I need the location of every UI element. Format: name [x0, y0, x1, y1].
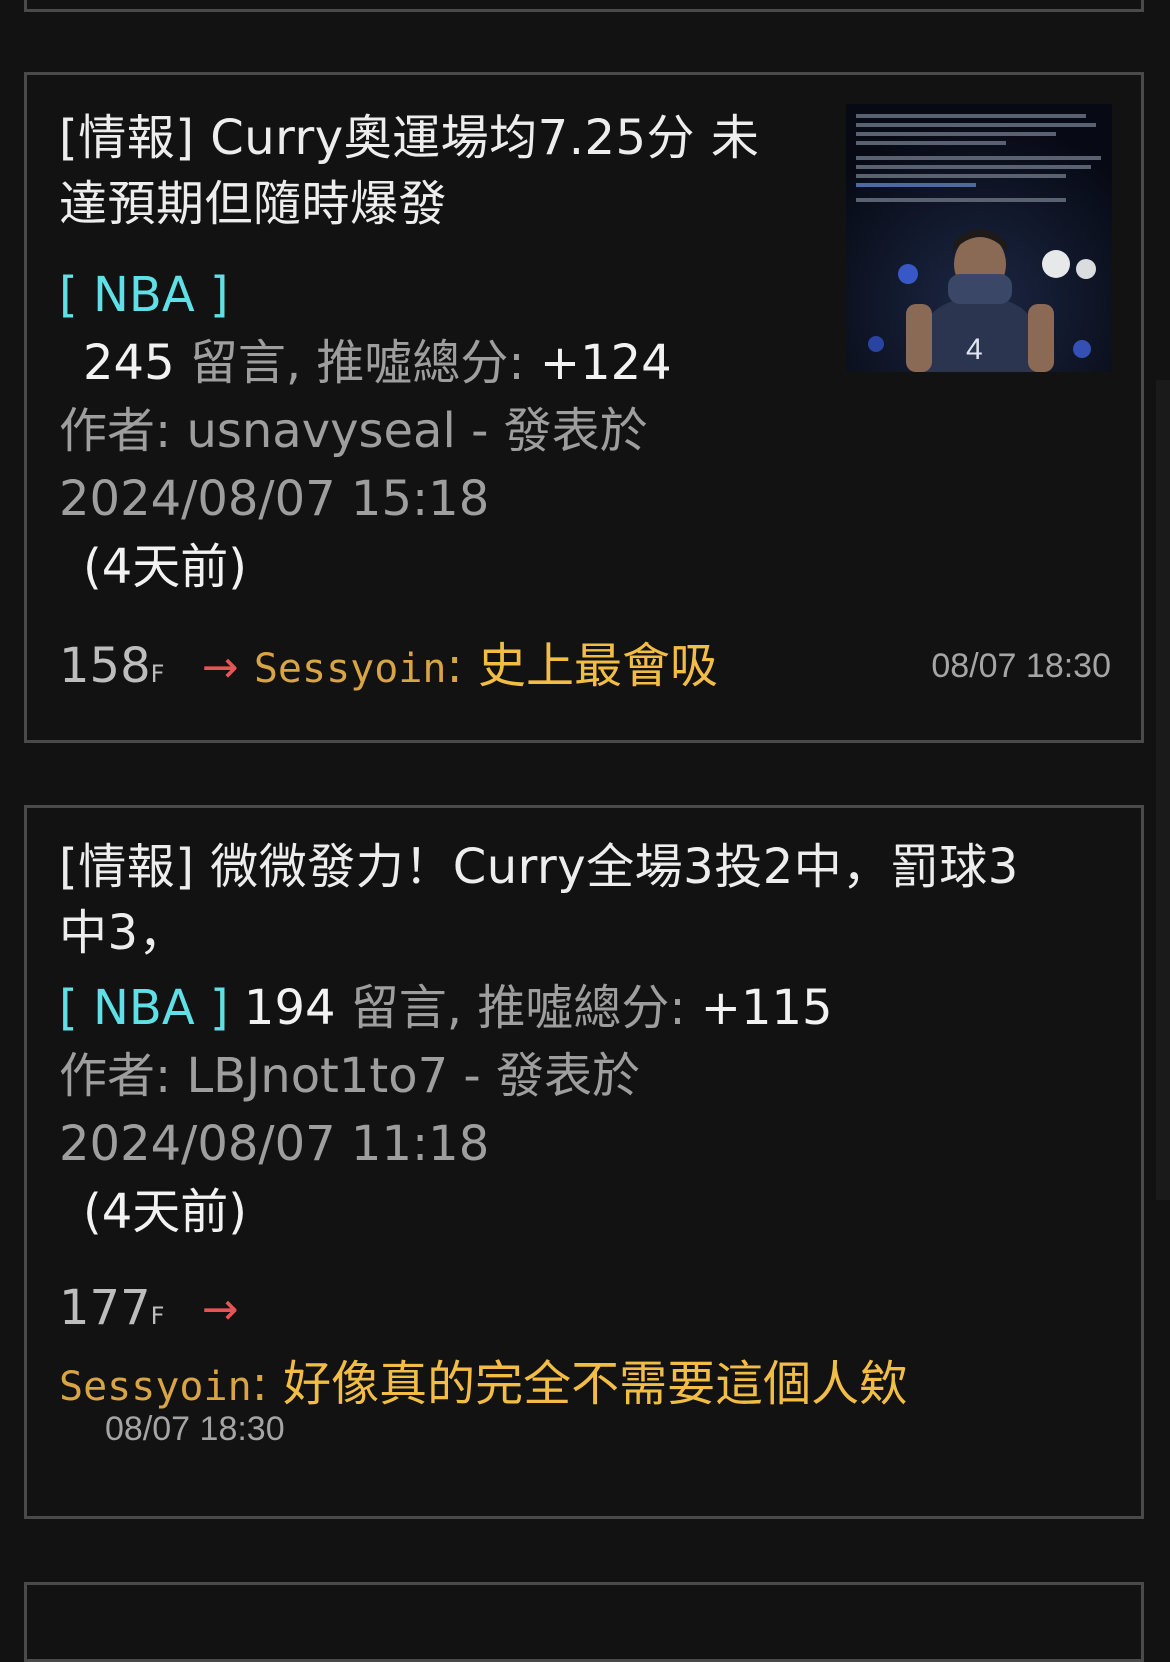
- floor-number: 177: [59, 1280, 151, 1336]
- push-text: 史上最會吸: [477, 638, 718, 694]
- post-title[interactable]: [情報] Curry奧運場均7.25分 未 達預期但隨時爆發: [59, 105, 799, 237]
- push-user[interactable]: Sessyoin: [59, 1364, 252, 1410]
- arrow-right-icon: →: [201, 1284, 239, 1335]
- author-name[interactable]: LBJnot1to7: [186, 1048, 448, 1104]
- author-label: 作者:: [59, 403, 187, 459]
- push-colon: :: [251, 1356, 284, 1412]
- post-card[interactable]: [情報] 微微發力！Curry全場3投2中，罰球3 中3， [ NBA ] 19…: [24, 805, 1144, 1519]
- board-tag[interactable]: [ NBA ]: [59, 267, 229, 323]
- post-datetime: 2024/08/07 15:18: [59, 471, 490, 527]
- post-thumbnail[interactable]: 4: [846, 104, 1112, 372]
- push-time: 08/07 18:30: [105, 1410, 285, 1448]
- post-datetime: 2024/08/07 11:18: [59, 1116, 490, 1172]
- push-time: 08/07 18:30: [931, 647, 1111, 685]
- posted-label: - 發表於: [455, 403, 648, 459]
- relative-time: (4天前): [83, 1184, 247, 1240]
- push-user[interactable]: Sessyoin: [254, 646, 447, 692]
- board-tag[interactable]: [ NBA ]: [59, 980, 229, 1036]
- floor-suffix: F: [150, 1302, 165, 1330]
- arrow-right-icon: →: [201, 642, 239, 693]
- comment-count: 245: [83, 335, 175, 391]
- scrollbar[interactable]: [1156, 380, 1170, 1200]
- comment-label: 留言, 推噓總分:: [350, 980, 701, 1036]
- comment-label: 留言, 推噓總分:: [189, 335, 540, 391]
- score: +124: [539, 335, 672, 391]
- svg-text:4: 4: [966, 333, 983, 366]
- relative-time: (4天前): [83, 539, 247, 595]
- posted-label: - 發表於: [448, 1048, 640, 1104]
- latest-push[interactable]: 177F → Sessyoin: 好像真的完全不需要這個人欸: [59, 1274, 1119, 1421]
- previous-post-card[interactable]: [24, 0, 1144, 12]
- floor-number: 158: [59, 638, 151, 694]
- thumbnail-image: 4: [846, 104, 1112, 372]
- post-card[interactable]: [情報] Curry奧運場均7.25分 未 達預期但隨時爆發 4 [NBA]…: [24, 72, 1144, 743]
- author-name[interactable]: usnavyseal: [186, 403, 455, 459]
- score: +115: [700, 980, 833, 1036]
- author-label: 作者:: [59, 1048, 187, 1104]
- comment-count: 194: [243, 980, 336, 1036]
- post-meta: [ NBA ] 245 留言, 推噓總分: +124 作者: usnavysea…: [59, 261, 819, 601]
- post-meta: [ NBA ] 194 留言, 推噓總分: +115 作者: LBJnot1to…: [59, 974, 1099, 1246]
- push-colon: :: [446, 638, 478, 694]
- floor-suffix: F: [150, 660, 165, 688]
- post-title[interactable]: [情報] 微微發力！Curry全場3投2中，罰球3 中3，: [59, 834, 1099, 966]
- push-text: 好像真的完全不需要這個人欸: [283, 1356, 908, 1412]
- next-post-card[interactable]: [24, 1582, 1144, 1662]
